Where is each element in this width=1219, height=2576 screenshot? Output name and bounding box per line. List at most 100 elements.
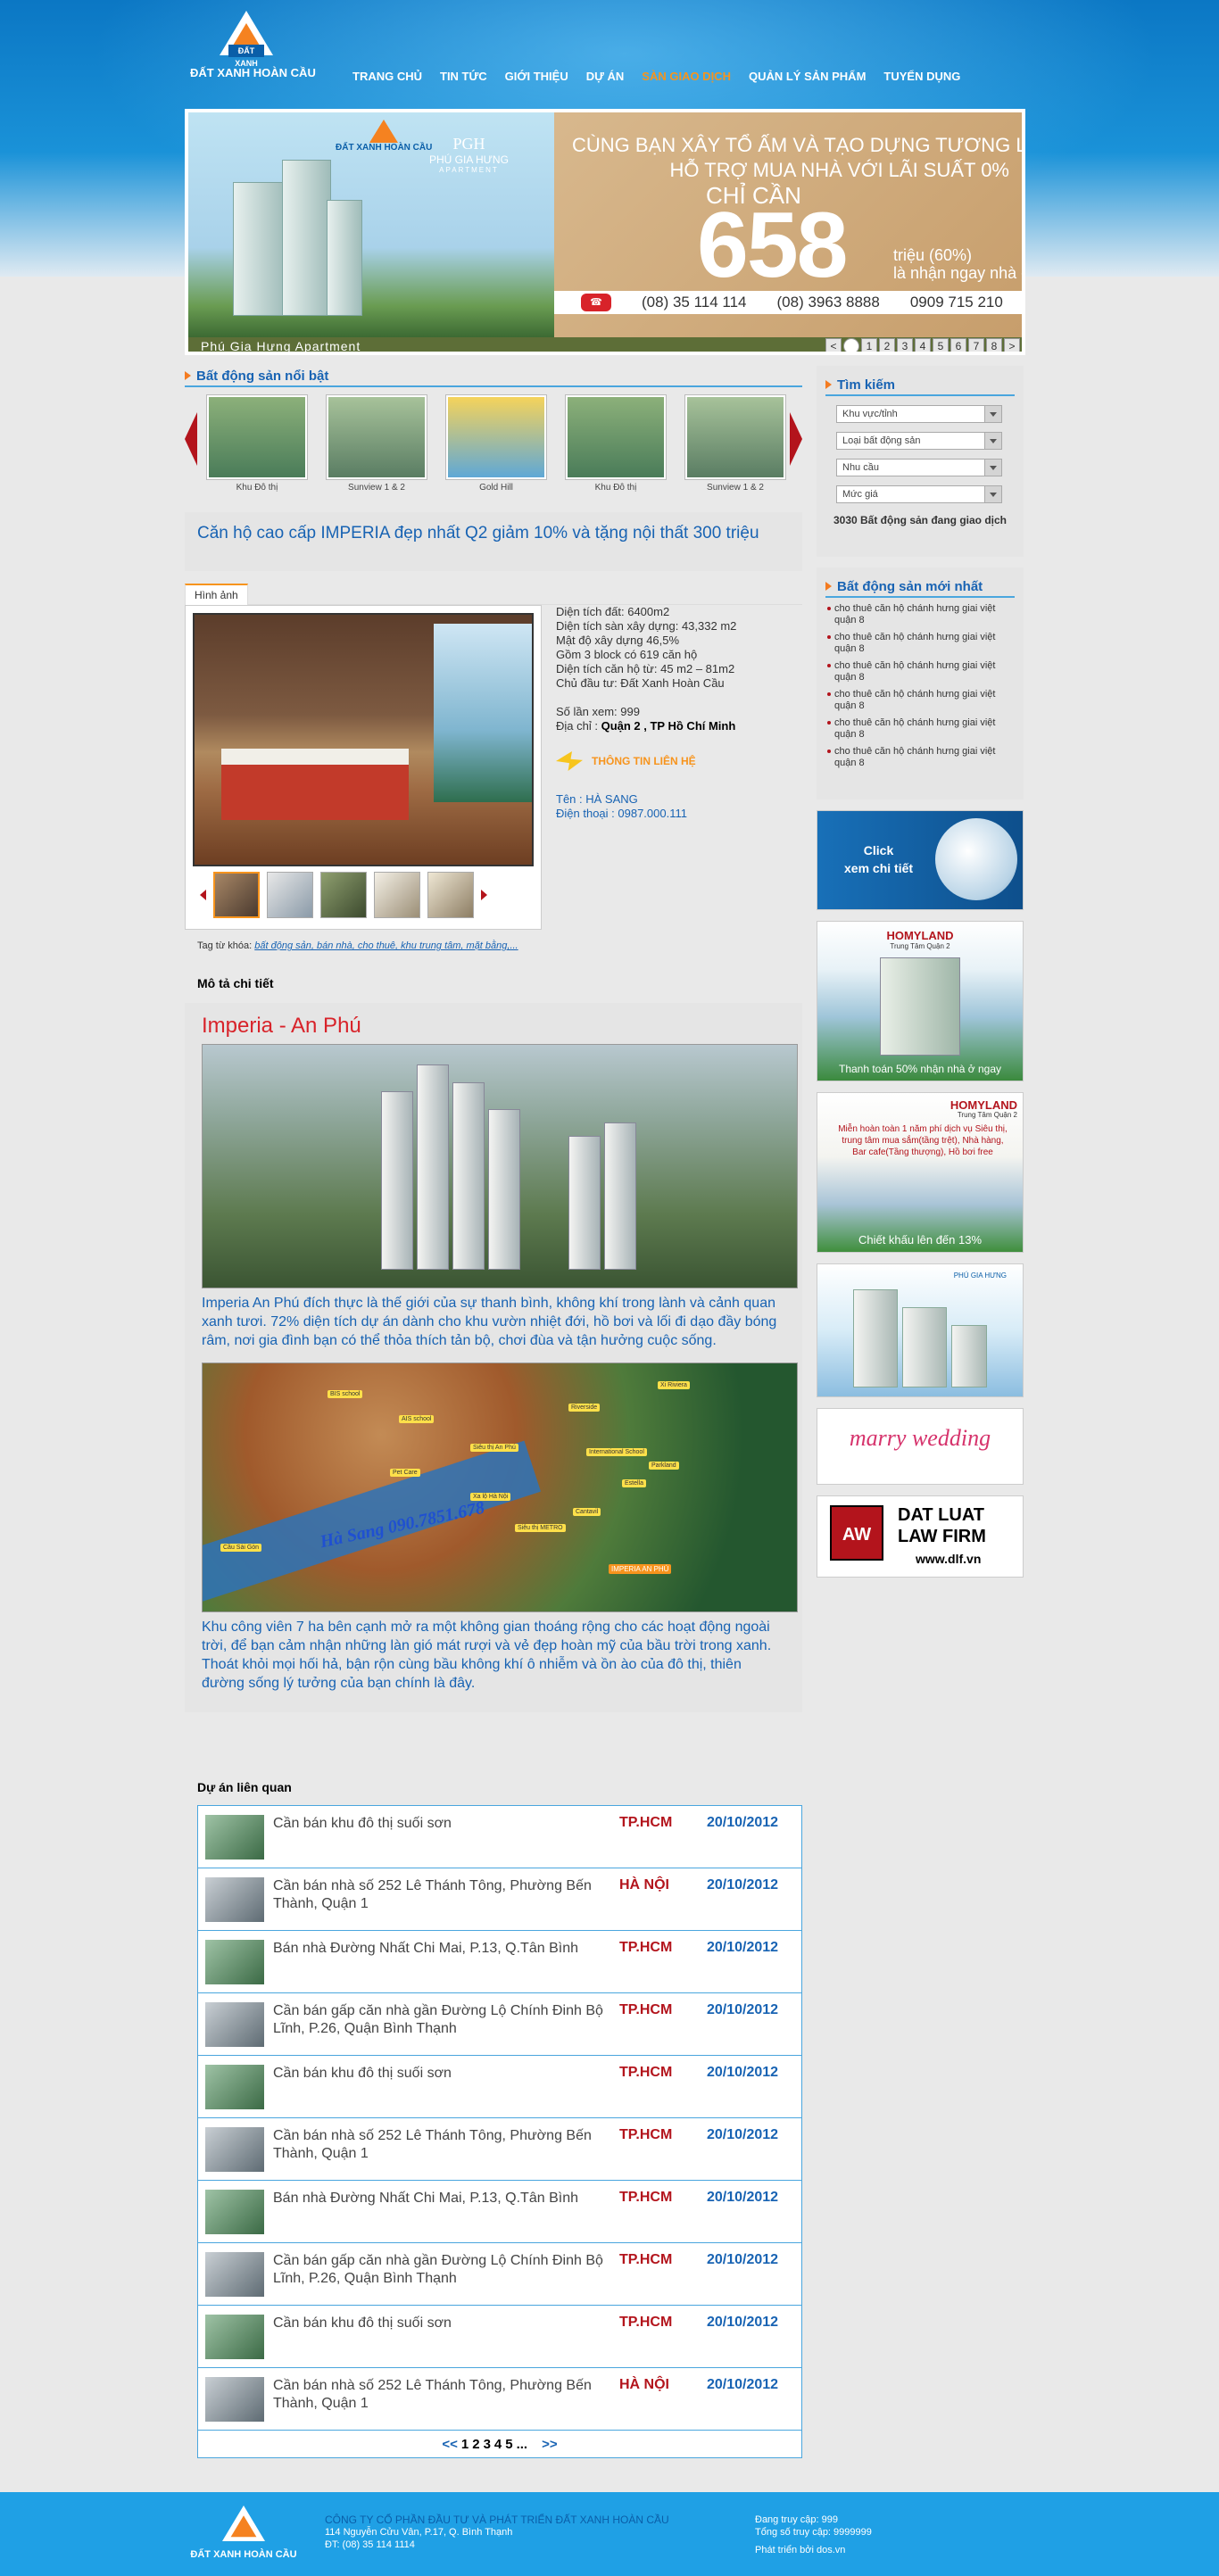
list-item[interactable]: cho thuê căn hộ chánh hưng giai việt quậ… (825, 603, 1015, 626)
pagination-prev[interactable]: << (442, 2437, 458, 2452)
row-thumbnail[interactable] (205, 2190, 264, 2234)
nav-item-home[interactable]: TRANG CHỦ (344, 70, 431, 83)
thumb-next-icon[interactable] (481, 890, 487, 900)
row-thumbnail[interactable] (205, 2377, 264, 2422)
pager-page[interactable]: 8 (986, 338, 1002, 352)
row-title[interactable]: Cần bán khu đô thị suối sơn (273, 1815, 603, 1833)
row-thumbnail[interactable] (205, 1877, 264, 1922)
banner-slider[interactable]: ĐẤT XANH HOÀN CẦU PGH PHÚ GIA HƯNG APART… (185, 109, 1025, 355)
banner-line5: là nhận ngay nhà ở (893, 264, 1025, 282)
pager-next[interactable]: > (1004, 338, 1020, 352)
map-pin: Siêu thị An Phú (470, 1444, 518, 1452)
pager-page[interactable]: 7 (968, 338, 984, 352)
pager-page[interactable]: 3 (897, 338, 913, 352)
ad-click-details[interactable]: Click xem chi tiết (817, 810, 1024, 910)
row-title[interactable]: Bán nhà Đường Nhất Chi Mai, P.13, Q.Tân … (273, 2190, 603, 2207)
row-title[interactable]: Cần bán khu đô thị suối sơn (273, 2315, 603, 2332)
row-title[interactable]: Bán nhà Đường Nhất Chi Mai, P.13, Q.Tân … (273, 1940, 603, 1958)
list-item[interactable]: cho thuê căn hộ chánh hưng giai việt quậ… (825, 746, 1015, 769)
row-thumbnail[interactable] (205, 2065, 264, 2109)
pager-page[interactable]: 4 (915, 338, 931, 352)
pager-prev[interactable]: < (825, 338, 842, 352)
pager-page[interactable]: 5 (933, 338, 949, 352)
logo[interactable]: ĐẤT XANH ĐẤT XANH HOÀN CẦU (190, 11, 316, 96)
photo-thumb[interactable] (374, 872, 420, 918)
featured-item[interactable]: Khu Đô thị (565, 394, 667, 493)
thumb-prev-icon[interactable] (200, 890, 206, 900)
ad-phu-gia-hung[interactable]: PHÚ GIA HƯNG (817, 1263, 1024, 1397)
featured-item[interactable]: Sunview 1 & 2 (326, 394, 427, 493)
row-title[interactable]: Cần bán nhà số 252 Lê Thánh Tông, Phường… (273, 2127, 603, 2163)
featured-item[interactable]: Sunview 1 & 2 (684, 394, 786, 493)
table-row[interactable]: Cần bán gấp căn nhà gần Đường Lộ Chính Đ… (198, 1993, 801, 2056)
nav-item-about[interactable]: GIỚI THIỆU (496, 70, 577, 83)
table-row[interactable]: Cần bán khu đô thị suối sơn TP.HCM 20/10/2… (198, 1806, 801, 1868)
main-photo[interactable] (193, 613, 534, 866)
pager-page[interactable]: 1 (861, 338, 877, 352)
nav-item-news[interactable]: TIN TỨC (431, 70, 496, 83)
row-title[interactable]: Cần bán nhà số 252 Lê Thánh Tông, Phường… (273, 1877, 603, 1913)
nav-item-exchange[interactable]: SÀN GIAO DỊCH (633, 70, 740, 83)
pager-page[interactable]: 2 (879, 338, 895, 352)
footer-logo[interactable]: ĐẤT XANH HOÀN CẦU (187, 2501, 300, 2560)
select-need[interactable]: Nhu cầu (836, 459, 1002, 476)
pagination-page[interactable]: 4 (494, 2437, 502, 2452)
select-price[interactable]: Mức giá (836, 485, 1002, 503)
table-row[interactable]: Cần bán khu đô thị suối sơn TP.HCM 20/10/2… (198, 2306, 801, 2368)
table-row[interactable]: Cần bán nhà số 252 Lê Thánh Tông, Phường… (198, 2118, 801, 2181)
ad-homyland-2[interactable]: HOMYLAND Trung Tâm Quận 2 Miễn hoàn toàn… (817, 1092, 1024, 1253)
table-row[interactable]: Bán nhà Đường Nhất Chi Mai, P.13, Q.Tân … (198, 2181, 801, 2243)
row-title[interactable]: Cần bán gấp căn nhà gần Đường Lộ Chính Đ… (273, 2002, 603, 2038)
featured-item[interactable]: Khu Đô thị (206, 394, 308, 493)
pagination-next[interactable]: >> (542, 2437, 558, 2452)
tags-links[interactable]: bất động sản, bán nhà, cho thuê, khu tru… (254, 940, 518, 951)
pagination-page[interactable]: ... (517, 2437, 528, 2452)
nav-item-products[interactable]: QUẢN LÝ SẢN PHẨM (740, 70, 875, 83)
table-row[interactable]: Cần bán khu đô thị suối sơn TP.HCM 20/10/2… (198, 2056, 801, 2118)
row-date: 20/10/2012 (707, 2127, 779, 2142)
select-area[interactable]: Khu vực/tỉnh (836, 405, 1002, 423)
row-thumbnail[interactable] (205, 1815, 264, 1860)
list-item[interactable]: cho thuê căn hộ chánh hưng giai việt quậ… (825, 660, 1015, 683)
carousel-next-icon[interactable] (790, 412, 802, 466)
building-shape (381, 1091, 413, 1270)
ad-marry-wedding[interactable]: marry wedding (817, 1408, 1024, 1485)
row-title[interactable]: Cần bán gấp căn nhà gần Đường Lộ Chính Đ… (273, 2252, 603, 2288)
table-row[interactable]: Cần bán nhà số 252 Lê Thánh Tông, Phường… (198, 2368, 801, 2431)
row-thumbnail[interactable] (205, 1940, 264, 1984)
photo-thumb[interactable] (427, 872, 474, 918)
row-thumbnail[interactable] (205, 2002, 264, 2047)
row-thumbnail[interactable] (205, 2127, 264, 2172)
pager-current[interactable] (843, 338, 859, 352)
pager-page[interactable]: 6 (950, 338, 966, 352)
list-item[interactable]: cho thuê căn hộ chánh hưng giai việt quậ… (825, 632, 1015, 655)
nav-item-projects[interactable]: DỰ ÁN (577, 70, 634, 83)
photo-thumb[interactable] (213, 872, 260, 918)
carousel-prev-icon[interactable] (185, 412, 197, 466)
pagination-page[interactable]: 1 (461, 2437, 469, 2452)
pagination-page[interactable]: 5 (505, 2437, 512, 2452)
pgh-name: PHÚ GIA HƯNG (429, 153, 509, 166)
row-title[interactable]: Cần bán nhà số 252 Lê Thánh Tông, Phường… (273, 2377, 603, 2413)
table-row[interactable]: Cần bán nhà số 252 Lê Thánh Tông, Phường… (198, 1868, 801, 1931)
select-property-type[interactable]: Loại bất động sản (836, 432, 1002, 450)
table-row[interactable]: Bán nhà Đường Nhất Chi Mai, P.13, Q.Tân … (198, 1931, 801, 1993)
chevron-down-icon (990, 493, 997, 497)
photo-thumb[interactable] (267, 872, 313, 918)
tab-images[interactable]: Hình ảnh (185, 584, 248, 606)
row-thumbnail[interactable] (205, 2252, 264, 2297)
pagination-page[interactable]: 3 (484, 2437, 491, 2452)
featured-item[interactable]: Gold Hill (445, 394, 547, 493)
ad-dat-luat[interactable]: AW DAT LUAT LAW FIRM www.dlf.vn (817, 1495, 1024, 1578)
list-item[interactable]: cho thuê căn hộ chánh hưng giai việt quậ… (825, 717, 1015, 741)
contact-info-button[interactable]: THÔNG TIN LIÊN HỆ (556, 751, 802, 771)
related-heading: Dự án liên quan (197, 1780, 292, 1794)
ad-homyland-1[interactable]: HOMYLAND Trung Tâm Quận 2 Thanh toán 50%… (817, 921, 1024, 1081)
photo-thumb[interactable] (320, 872, 367, 918)
nav-item-careers[interactable]: TUYỂN DỤNG (875, 70, 969, 83)
row-thumbnail[interactable] (205, 2315, 264, 2359)
list-item[interactable]: cho thuê căn hộ chánh hưng giai việt quậ… (825, 689, 1015, 712)
pagination-page[interactable]: 2 (472, 2437, 479, 2452)
row-title[interactable]: Cần bán khu đô thị suối sơn (273, 2065, 603, 2083)
table-row[interactable]: Cần bán gấp căn nhà gần Đường Lộ Chính Đ… (198, 2243, 801, 2306)
